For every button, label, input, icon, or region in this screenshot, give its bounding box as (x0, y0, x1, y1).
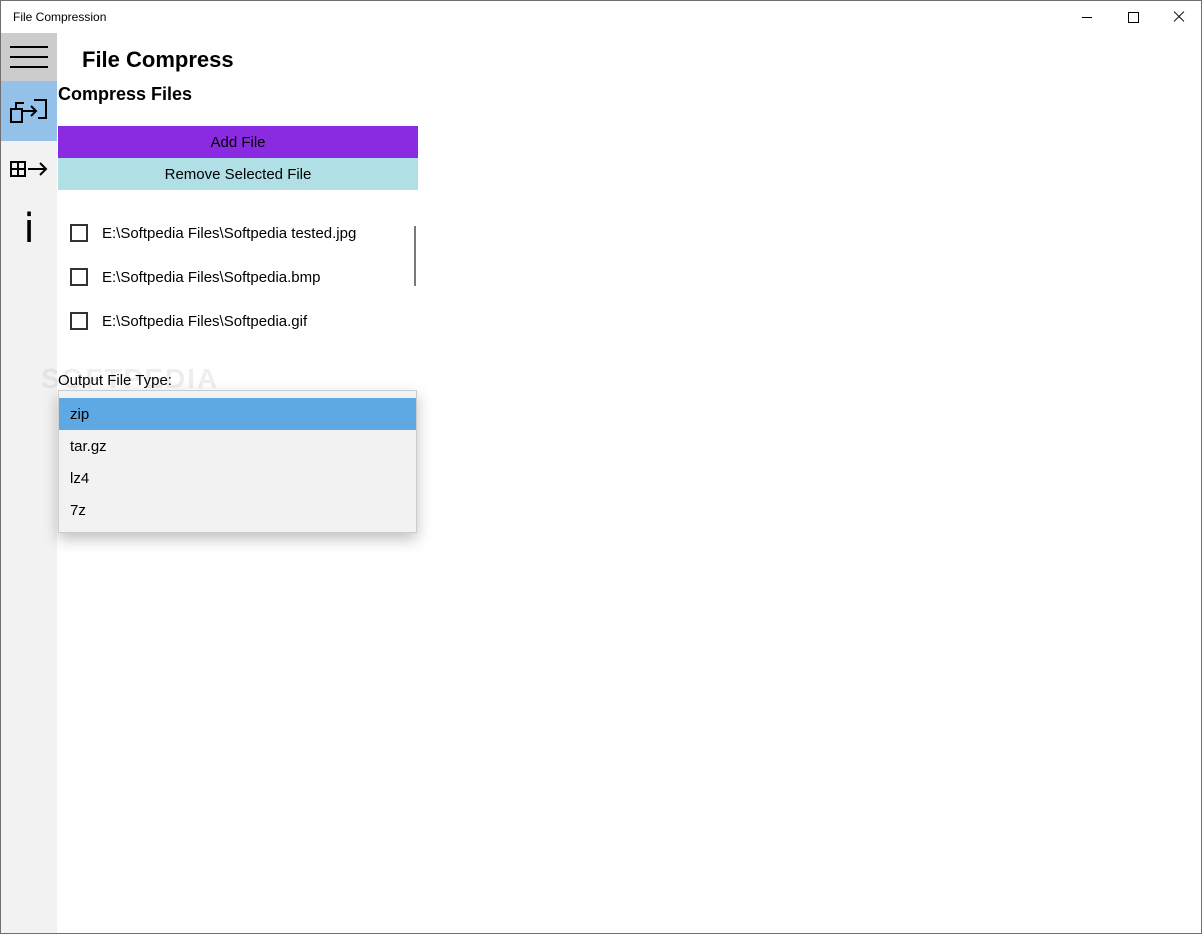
close-button[interactable] (1156, 1, 1202, 33)
dropdown-option-7z[interactable]: 7z (59, 494, 416, 526)
decompress-icon (10, 161, 48, 177)
remove-selected-file-button[interactable]: Remove Selected File (58, 158, 418, 190)
dropdown-option-zip[interactable]: zip (59, 398, 416, 430)
navigation-rail: i (1, 33, 57, 933)
hamburger-icon (10, 46, 48, 68)
app-window: File Compression i File Compress Compres… (0, 0, 1202, 934)
nav-item-info[interactable]: i (1, 197, 57, 261)
app-title: File Compress (82, 47, 234, 72)
title-bar: File Compression (1, 1, 1201, 33)
output-file-type-dropdown[interactable]: zip tar.gz lz4 7z (58, 390, 417, 533)
file-checkbox[interactable] (70, 224, 88, 242)
hamburger-menu-button[interactable] (1, 33, 57, 81)
file-path: E:\Softpedia Files\Softpedia.bmp (102, 268, 321, 286)
output-file-type-label: Output File Type: (58, 372, 172, 389)
list-item[interactable]: E:\Softpedia Files\Softpedia.gif (58, 299, 408, 343)
compress-icon (10, 99, 47, 123)
dropdown-option-tar-gz[interactable]: tar.gz (59, 430, 416, 462)
dropdown-option-lz4[interactable]: lz4 (59, 462, 416, 494)
file-path: E:\Softpedia Files\Softpedia tested.jpg (102, 224, 357, 242)
section-title: Compress Files (58, 84, 193, 104)
minimize-icon (1082, 16, 1092, 18)
list-item[interactable]: E:\Softpedia Files\Softpedia tested.jpg (58, 211, 408, 255)
nav-item-compress[interactable] (1, 81, 57, 141)
minimize-button[interactable] (1064, 1, 1110, 33)
add-file-button[interactable]: Add File (58, 126, 418, 158)
file-checkbox[interactable] (70, 312, 88, 330)
info-icon: i (23, 206, 35, 252)
maximize-button[interactable] (1110, 1, 1156, 33)
file-path: E:\Softpedia Files\Softpedia.gif (102, 312, 308, 330)
list-item[interactable]: E:\Softpedia Files\Softpedia.bmp (58, 255, 408, 299)
close-icon (1173, 11, 1185, 23)
file-checkbox[interactable] (70, 268, 88, 286)
maximize-icon (1127, 11, 1139, 23)
nav-item-decompress[interactable] (1, 141, 57, 197)
file-list: E:\Softpedia Files\Softpedia tested.jpg … (58, 211, 418, 343)
file-list-scrollbar[interactable] (414, 226, 416, 286)
window-title: File Compression (13, 10, 107, 24)
